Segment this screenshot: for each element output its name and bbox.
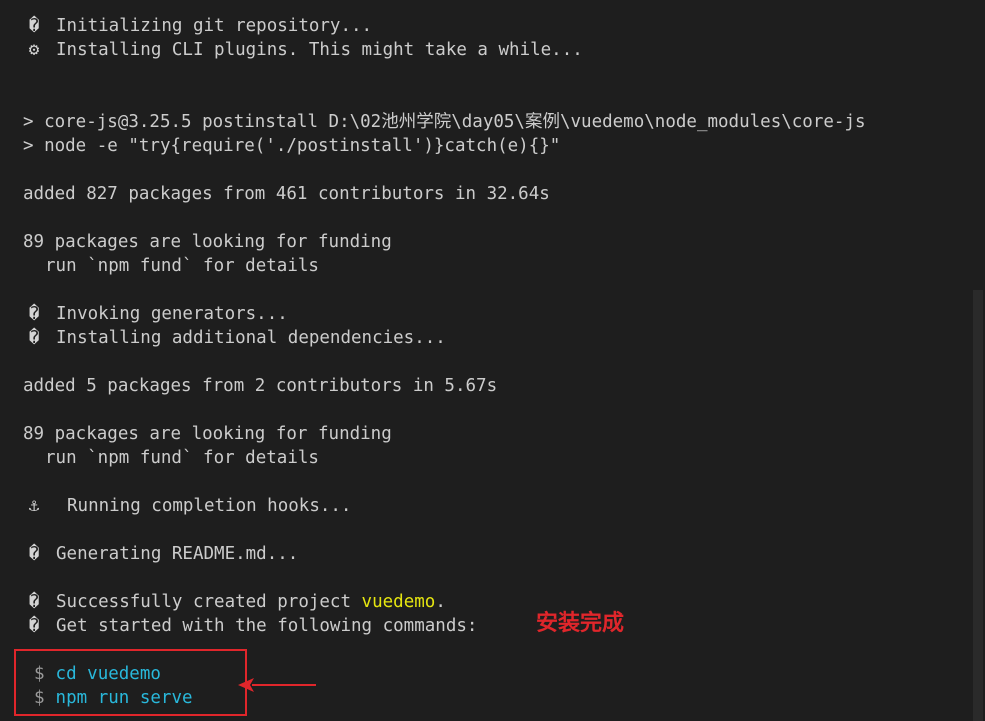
log-line-invoke-generators: � Invoking generators... (23, 302, 288, 326)
log-text: added 5 packages from 2 contributors in … (23, 376, 498, 396)
log-line-funding-hint-2: run `npm fund` for details (23, 446, 319, 470)
log-line-funding: 89 packages are looking for funding (23, 230, 392, 254)
log-line-funding-hint: run `npm fund` for details (23, 254, 319, 278)
log-line-postinstall-path: > core-js@3.25.5 postinstall D:\02池州学院\d… (23, 110, 866, 134)
log-text: Running completion hooks... (67, 496, 352, 516)
unknown-glyph-icon: � (28, 544, 40, 564)
log-text: Installing CLI plugins. This might take … (56, 40, 583, 60)
unknown-glyph-icon: � (28, 592, 40, 612)
log-line-init-git: � Initializing git repository... (23, 14, 372, 38)
vertical-scrollbar[interactable] (971, 0, 985, 721)
log-line-success: � Successfully created project vuedemo. (23, 590, 446, 614)
project-name: vuedemo (361, 592, 436, 612)
log-text: > core-js@3.25.5 postinstall D:\02池州学院\d… (23, 112, 866, 132)
log-text: run `npm fund` for details (45, 256, 319, 276)
log-text: Invoking generators... (56, 304, 288, 324)
terminal-window[interactable]: � Initializing git repository... ⚙ Install… (0, 0, 985, 721)
arrow-left-icon (238, 678, 316, 692)
log-line-generating-readme: � Generating README.md... (23, 542, 299, 566)
log-text: Installing additional dependencies... (56, 328, 446, 348)
log-line-added-packages: added 827 packages from 461 contributors… (23, 182, 550, 206)
log-line-funding-2: 89 packages are looking for funding (23, 422, 392, 446)
log-text: run `npm fund` for details (45, 448, 319, 468)
log-text: added 827 packages from 461 contributors… (23, 184, 550, 204)
log-text: 89 packages are looking for funding (23, 424, 392, 444)
unknown-glyph-icon: � (28, 328, 40, 348)
anchor-icon: ⚓ (28, 496, 40, 516)
command-highlight-box (14, 649, 247, 716)
log-line-install-deps: � Installing additional dependencies... (23, 326, 446, 350)
log-text: Initializing git repository... (56, 16, 373, 36)
log-line-install-plugins: ⚙ Installing CLI plugins. This might take… (23, 38, 583, 62)
gear-icon: ⚙ (28, 40, 40, 60)
log-line-postinstall-node: > node -e "try{require('./postinstall')}… (23, 134, 560, 158)
log-text: Generating README.md... (56, 544, 299, 564)
log-text: Successfully created project (56, 592, 362, 612)
log-line-added-packages-2: added 5 packages from 2 contributors in … (23, 374, 497, 398)
log-text: 89 packages are looking for funding (23, 232, 392, 252)
unknown-glyph-icon: � (28, 304, 40, 324)
unknown-glyph-icon: � (28, 16, 40, 36)
unknown-glyph-icon: � (28, 616, 40, 636)
log-text: Get started with the following commands: (56, 616, 478, 636)
log-text: > node -e "try{require('./postinstall')}… (23, 136, 561, 156)
log-line-completion-hooks: ⚓ Running completion hooks... (23, 494, 352, 518)
log-line-get-started: � Get started with the following commands… (23, 614, 478, 638)
scrollbar-thumb[interactable] (973, 290, 983, 721)
install-complete-annotation: 安装完成 (536, 611, 625, 636)
log-text-suffix: . (435, 592, 446, 612)
